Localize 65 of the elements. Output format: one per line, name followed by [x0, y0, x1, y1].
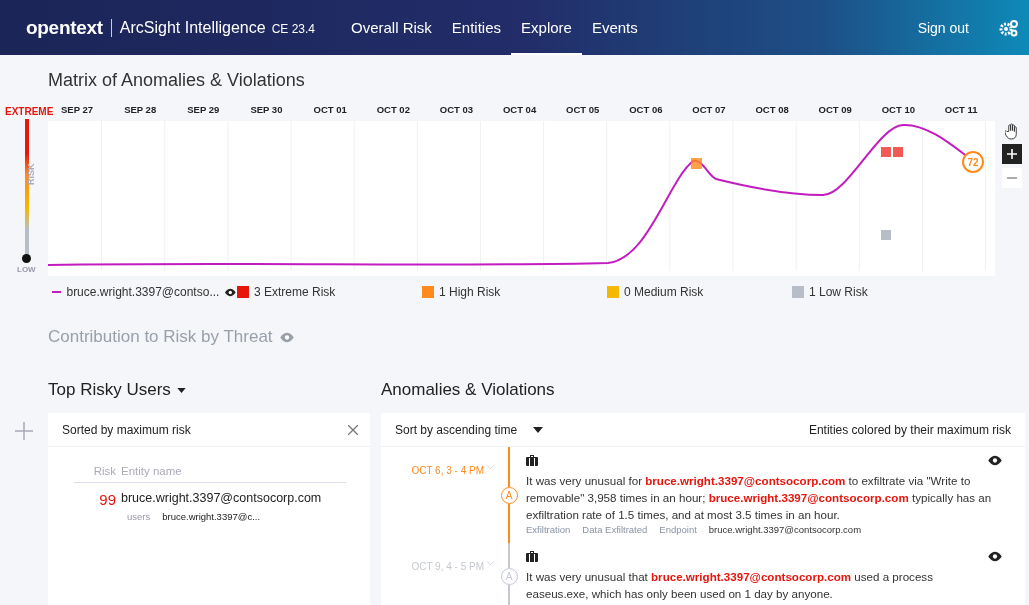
- column-header: Entity name: [121, 465, 182, 477]
- eye-icon[interactable]: [987, 551, 1003, 562]
- high-risk-marker[interactable]: [691, 158, 702, 169]
- zoom-in-button[interactable]: [1002, 144, 1022, 164]
- date-label: OCT 03: [438, 103, 475, 115]
- anomaly-description: It was very unusual that bruce.wright.3397@contsocorp.com used a process easeus.exe, which has only been used on 1 day by anyone.: [526, 569, 934, 602]
- date-label: SEP 30: [249, 103, 284, 115]
- date-label: OCT 05: [565, 103, 601, 115]
- date-label: OCT 02: [375, 103, 411, 115]
- risk-min-label: LOW: [17, 265, 36, 274]
- sort-label: Sorted by maximum risk: [62, 422, 191, 437]
- date-label: OCT 04: [501, 103, 538, 115]
- legend-label: bruce.wright.3397@contso...: [66, 285, 220, 299]
- section-title: Contribution to Risk by Threat: [48, 327, 273, 347]
- date-label: OCT 11: [943, 103, 979, 115]
- date-label: OCT 08: [754, 103, 790, 115]
- product-name: ArcSight Intelligence: [119, 18, 266, 37]
- date-label: SEP 29: [186, 103, 221, 115]
- legend-label: 1 High Risk: [439, 285, 501, 299]
- legend-label: 1 Low Risk: [809, 285, 868, 299]
- briefcase-icon: [526, 455, 538, 466]
- low-risk-marker[interactable]: [881, 230, 891, 240]
- entity-short-name: bruce.wright.3397@c...: [162, 511, 261, 522]
- briefcase-icon: [526, 551, 538, 562]
- section-title: Matrix of Anomalies & Violations: [48, 70, 306, 91]
- nav-tab[interactable]: Explore: [511, 0, 582, 55]
- scale-handle[interactable]: [22, 254, 31, 263]
- caret-icon[interactable]: [533, 426, 544, 433]
- date-label: OCT 09: [817, 103, 853, 115]
- eye-icon[interactable]: [987, 455, 1003, 466]
- plus-icon: [1006, 148, 1018, 160]
- tag: Exfiltration: [526, 524, 571, 535]
- visibility-icon[interactable]: [224, 286, 237, 298]
- entity-name: bruce.wright.3397@contsocorp.com: [708, 524, 862, 535]
- entity-name[interactable]: bruce.wright.3397@contsocorp.com: [121, 491, 322, 508]
- date-label: SEP 28: [123, 103, 158, 115]
- nav-tab[interactable]: Overall Risk: [341, 0, 442, 55]
- date-label: OCT 10: [880, 103, 916, 115]
- settings-icon[interactable]: [999, 18, 1019, 37]
- date-label: OCT 06: [628, 103, 664, 115]
- caret-icon[interactable]: [176, 387, 186, 393]
- pan-hand-icon[interactable]: [1004, 123, 1020, 140]
- tag: Data Exfiltrated: [582, 524, 648, 535]
- section-title: Anomalies & Violations: [381, 380, 555, 400]
- risk-max-label: EXTREME: [5, 106, 54, 117]
- tag: Endpoint: [659, 524, 697, 535]
- risk-score: 99: [98, 491, 116, 508]
- nav-tab[interactable]: Events: [581, 0, 648, 55]
- version-label: CE 23.4: [271, 22, 315, 36]
- date-label: OCT 01: [312, 103, 348, 115]
- section-title: Top Risky Users: [48, 380, 171, 400]
- axis-label: RISK: [26, 163, 36, 185]
- legend-label: 0 Medium Risk: [624, 285, 704, 299]
- anomaly-description: It was very unusual for bruce.wright.3397@contsocorp.com to exfiltrate via "Write to removable" 3,958 times in an hour; bruce.wright.3397@contsocorp.com typically has an exfiltration rate of 1.5 times, and at most 3.5 times in an hour.: [526, 473, 993, 523]
- date-label: OCT 07: [691, 103, 727, 115]
- entity-type: users: [127, 511, 151, 522]
- sign-out-link[interactable]: Sign out: [917, 19, 969, 36]
- nav-tab[interactable]: Entities: [441, 0, 512, 55]
- legend-label: 3 Extreme Risk: [254, 285, 336, 299]
- sort-dropdown[interactable]: Sort by ascending time: [395, 422, 518, 437]
- column-header: Risk: [92, 465, 116, 477]
- logo: opentext: [26, 16, 103, 39]
- extreme-risk-marker[interactable]: [881, 147, 903, 157]
- close-icon[interactable]: [348, 424, 358, 435]
- legend-note: Entities colored by their maximum risk: [808, 422, 1011, 437]
